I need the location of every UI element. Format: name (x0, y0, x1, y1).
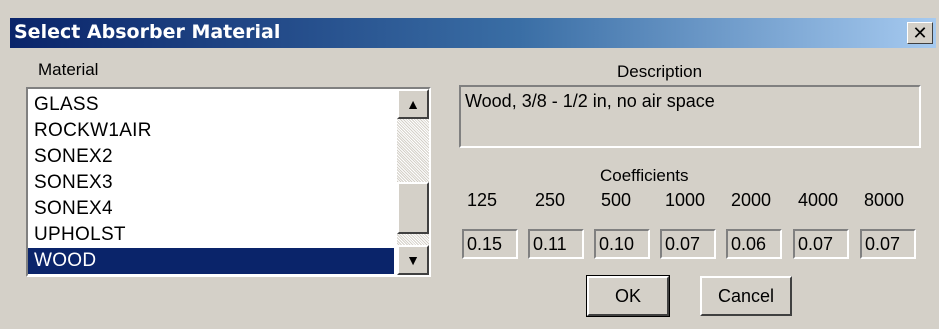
list-item[interactable]: ROCKW1AIR (28, 118, 394, 144)
freq-8000: 8000 (864, 190, 905, 210)
scroll-up-button[interactable]: ▲ (397, 89, 429, 119)
arrow-down-icon: ▼ (406, 252, 420, 268)
coef-2000: 0.06 (726, 229, 782, 259)
coef-125: 0.15 (462, 229, 518, 259)
cancel-button[interactable]: Cancel (700, 276, 792, 316)
select-absorber-dialog: Select Absorber Material ✕ Material GLAS… (0, 0, 939, 329)
coef-8000: 0.07 (860, 229, 916, 259)
arrow-up-icon: ▲ (406, 96, 420, 112)
vertical-scrollbar[interactable]: ▲ ▼ (397, 89, 429, 275)
freq-500: 500 (601, 190, 632, 210)
freq-250: 250 (535, 190, 566, 210)
list-item[interactable]: GLASS (28, 92, 394, 118)
description-box: Wood, 3/8 - 1/2 in, no air space (459, 85, 921, 148)
ok-button[interactable]: OK (586, 275, 670, 317)
material-listbox[interactable]: GLASS ROCKW1AIR SONEX2 SONEX3 SONEX4 UPH… (26, 87, 431, 277)
coefficients-label: Coefficients (600, 166, 689, 185)
material-list: GLASS ROCKW1AIR SONEX2 SONEX3 SONEX4 UPH… (28, 92, 394, 274)
description-label: Description (617, 62, 703, 81)
coef-1000: 0.07 (660, 229, 716, 259)
coef-500: 0.10 (594, 229, 650, 259)
coef-4000: 0.07 (793, 229, 849, 259)
scroll-down-button[interactable]: ▼ (397, 245, 429, 275)
title-bar[interactable]: Select Absorber Material ✕ (10, 18, 936, 48)
window-title: Select Absorber Material (14, 21, 281, 43)
coef-250: 0.11 (528, 229, 584, 259)
list-item[interactable]: UPHOLST (28, 222, 394, 248)
material-label: Material (38, 60, 99, 79)
list-item[interactable]: SONEX3 (28, 170, 394, 196)
freq-1000: 1000 (665, 190, 706, 210)
scroll-thumb[interactable] (397, 182, 429, 234)
list-item[interactable]: SONEX4 (28, 196, 394, 222)
list-item[interactable]: SONEX2 (28, 144, 394, 170)
close-icon: ✕ (912, 23, 928, 43)
description-text: Wood, 3/8 - 1/2 in, no air space (465, 91, 715, 111)
freq-125: 125 (467, 190, 498, 210)
close-button[interactable]: ✕ (907, 22, 933, 44)
freq-2000: 2000 (731, 190, 772, 210)
list-item-selected[interactable]: WOOD (28, 248, 394, 274)
freq-4000: 4000 (798, 190, 839, 210)
